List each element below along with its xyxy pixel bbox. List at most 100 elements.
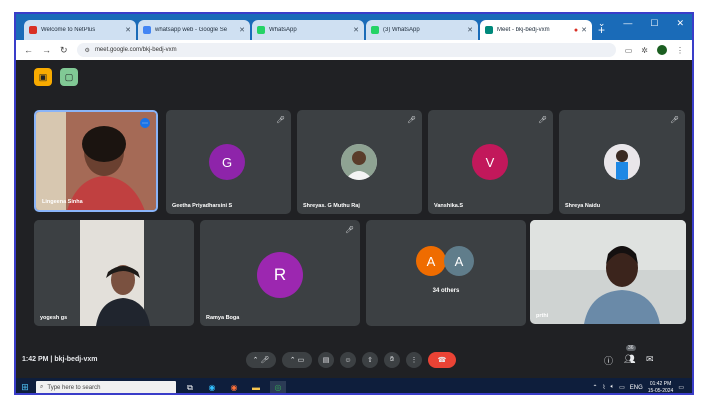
close-window-icon[interactable]: ✕ bbox=[676, 18, 684, 29]
close-tab-icon[interactable]: ✕ bbox=[125, 26, 131, 34]
windows-start-icon[interactable]: ⊞ bbox=[16, 378, 34, 393]
emoji-button[interactable]: ☺ bbox=[340, 352, 356, 368]
participant-tile[interactable]: ⋯ Lingeena Sinha bbox=[34, 110, 158, 212]
taskbar-search[interactable]: ⌕ Type here to search bbox=[36, 380, 176, 393]
participant-tile[interactable]: 🎤︎ R Ramya Boga bbox=[200, 220, 360, 326]
captions-icon[interactable]: ▢ bbox=[60, 68, 78, 86]
tab-whatsapp[interactable]: WhatsApp ✕ bbox=[252, 20, 364, 40]
whatsapp-favicon-icon bbox=[371, 26, 379, 34]
back-icon[interactable]: ← bbox=[24, 45, 33, 55]
participant-tile[interactable]: 🎤︎ Shreya Naidu bbox=[559, 110, 685, 214]
meet-main: ▣ ▢ ⋯ Lingeena Sinha 🎤︎ G Geetha Priyadh… bbox=[16, 60, 692, 378]
participant-avatar: V bbox=[472, 144, 508, 180]
participant-photo bbox=[341, 144, 377, 180]
mic-toggle-button[interactable]: ⌃ 🎤︎ bbox=[246, 352, 276, 368]
close-tab-icon[interactable]: ✕ bbox=[239, 26, 245, 34]
forward-icon[interactable]: → bbox=[42, 45, 51, 55]
extensions-icon[interactable]: ✲ bbox=[641, 46, 648, 55]
chevron-down-icon[interactable]: ⌄ bbox=[598, 18, 606, 29]
file-explorer-icon[interactable]: ▬ bbox=[248, 381, 264, 394]
volume-icon[interactable]: 🔈︎ bbox=[610, 384, 614, 391]
muted-mic-icon: 🎤︎ bbox=[407, 117, 416, 124]
others-tile[interactable]: A A 34 others bbox=[366, 220, 526, 326]
info-icon[interactable]: ⓘ bbox=[604, 354, 613, 367]
google-favicon-icon bbox=[143, 26, 151, 34]
more-options-button[interactable]: ⋮ bbox=[406, 352, 422, 368]
participant-video bbox=[34, 220, 194, 326]
participant-name: Lingeena Sinha bbox=[42, 199, 83, 205]
firefox-icon[interactable]: ◉ bbox=[226, 381, 242, 394]
address-bar[interactable]: ⚙ meet.google.com/bkj-bedj-vxm bbox=[76, 43, 616, 57]
menu-icon[interactable]: ⋮ bbox=[676, 46, 684, 55]
task-view-icon[interactable]: ⧉ bbox=[182, 381, 198, 394]
muted-mic-icon: 🎤︎ bbox=[670, 117, 679, 124]
netplus-favicon-icon bbox=[29, 26, 37, 34]
tray-chevron-icon[interactable]: ⌃ bbox=[592, 384, 597, 391]
leave-call-button[interactable]: ☎ bbox=[428, 352, 456, 368]
participant-tile[interactable]: yogesh gs bbox=[34, 220, 194, 326]
close-tab-icon[interactable]: ✕ bbox=[467, 26, 473, 34]
camera-toggle-button[interactable]: ⌃ ▭ bbox=[282, 352, 312, 368]
participant-avatar: A bbox=[444, 246, 474, 276]
network-icon[interactable]: ⌇ bbox=[603, 384, 606, 391]
meeting-info: 1:42 PM | bkj-bedj-vxm bbox=[22, 356, 98, 363]
search-icon: ⌕ bbox=[40, 384, 44, 390]
participant-photo bbox=[604, 144, 640, 180]
participant-tile[interactable]: 🎤︎ V Vanshika.S bbox=[428, 110, 553, 214]
cast-icon[interactable]: ▭ bbox=[625, 46, 633, 55]
tab-label: (3) WhatsApp bbox=[383, 27, 420, 33]
tab-netplus[interactable]: Welcome to NetPlus ✕ bbox=[24, 20, 136, 40]
tab-meet[interactable]: Meet - bkj-bedj-vxm ● ✕ bbox=[480, 20, 592, 40]
system-tray: ⌃ ⌇ 🔈︎ ▭ ENG 01:42 PM 15-05-2024 ▭ bbox=[592, 380, 692, 394]
participant-name: Shreyas. G Muthu Raj bbox=[303, 203, 360, 209]
participant-tile[interactable]: 🎤︎ Shreyas. G Muthu Raj bbox=[297, 110, 422, 214]
chrome-icon[interactable]: ◎ bbox=[270, 380, 286, 393]
meet-favicon-icon bbox=[485, 26, 493, 34]
participant-avatar: R bbox=[257, 252, 303, 298]
tab-label: Welcome to NetPlus bbox=[41, 27, 96, 33]
edge-icon[interactable]: ◉ bbox=[204, 381, 220, 394]
close-tab-icon[interactable]: ✕ bbox=[581, 26, 587, 34]
participant-avatar: G bbox=[209, 144, 245, 180]
captions-button[interactable]: ▤ bbox=[318, 352, 334, 368]
tab-google-search[interactable]: whatsapp web - Google Se ✕ bbox=[138, 20, 250, 40]
participant-tile[interactable]: prthi bbox=[530, 220, 686, 324]
avatar-initial: R bbox=[273, 265, 287, 284]
close-tab-icon[interactable]: ✕ bbox=[353, 26, 359, 34]
browser-window: Welcome to NetPlus ✕ whatsapp web - Goog… bbox=[14, 12, 694, 395]
minimize-icon[interactable]: — bbox=[623, 18, 632, 29]
clock-time: 01:42 PM bbox=[649, 380, 672, 387]
raise-hand-button[interactable]: ✋︎ bbox=[384, 352, 400, 368]
participant-avatar: A bbox=[416, 246, 446, 276]
clock-date: 15-05-2024 bbox=[647, 387, 674, 394]
windows-taskbar: ⊞ ⌕ Type here to search ⧉ ◉ ◉ ▬ ◎ ⌃ ⌇ 🔈︎… bbox=[16, 378, 692, 394]
people-icon: 👥︎ bbox=[624, 354, 636, 364]
language-indicator[interactable]: ENG bbox=[630, 385, 643, 391]
notes-icon[interactable]: ▣ bbox=[34, 68, 52, 86]
participant-tile[interactable]: 🎤︎ G Geetha Priyadharsini S bbox=[166, 110, 291, 214]
profile-photo bbox=[604, 144, 640, 180]
chat-icon[interactable]: ✉ bbox=[646, 354, 654, 365]
site-info-icon[interactable]: ⚙ bbox=[85, 47, 90, 54]
reload-icon[interactable]: ↻ bbox=[60, 45, 68, 56]
maximize-icon[interactable]: ☐ bbox=[650, 18, 658, 29]
tab-whatsapp-2[interactable]: (3) WhatsApp ✕ bbox=[366, 20, 478, 40]
others-count-label: 34 others bbox=[432, 288, 460, 294]
search-placeholder: Type here to search bbox=[47, 384, 101, 391]
taskbar-clock[interactable]: 01:42 PM 15-05-2024 bbox=[647, 380, 674, 394]
recording-dot-icon: ● bbox=[573, 26, 579, 34]
tab-strip: Welcome to NetPlus ✕ whatsapp web - Goog… bbox=[16, 14, 692, 40]
tab-label: WhatsApp bbox=[269, 27, 297, 33]
present-button[interactable]: ⇧ bbox=[362, 352, 378, 368]
meeting-code: bkj-bedj-vxm bbox=[54, 356, 98, 363]
profile-avatar[interactable] bbox=[657, 45, 667, 55]
tab-label: whatsapp web - Google Se bbox=[155, 27, 228, 33]
participant-name: Geetha Priyadharsini S bbox=[172, 203, 233, 209]
battery-icon[interactable]: ▭ bbox=[619, 384, 625, 391]
notification-icon[interactable]: ▭ bbox=[678, 384, 684, 391]
participant-video bbox=[530, 220, 686, 324]
whatsapp-favicon-icon bbox=[257, 26, 265, 34]
meeting-time: 1:42 PM bbox=[22, 356, 49, 363]
people-button[interactable]: 👥︎ 36 bbox=[624, 345, 636, 365]
tab-label: Meet - bkj-bedj-vxm bbox=[497, 27, 550, 33]
